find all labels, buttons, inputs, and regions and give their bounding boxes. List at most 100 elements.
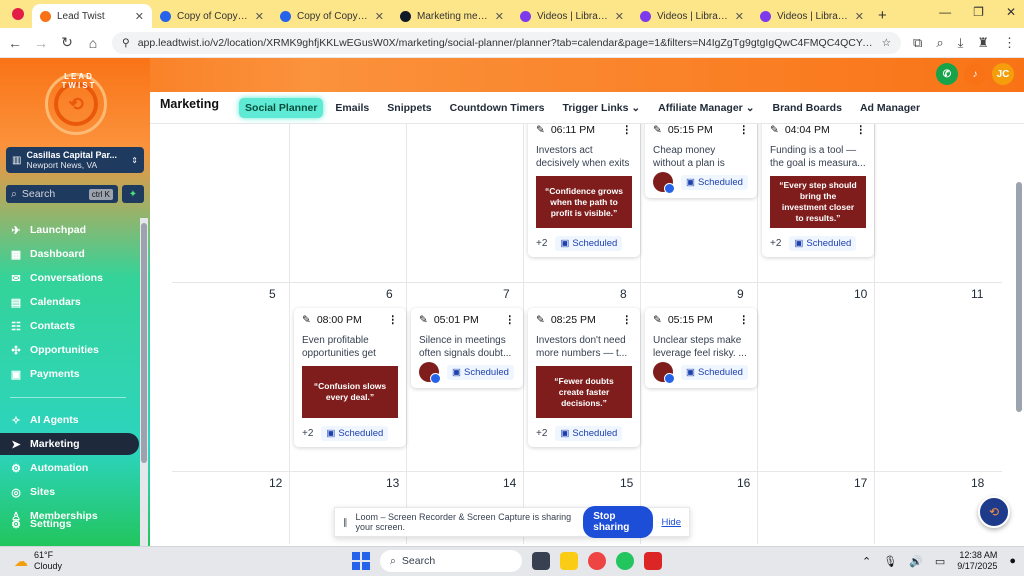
new-tab-icon[interactable]: +	[878, 7, 887, 24]
microphone-icon[interactable]: 🎙	[883, 555, 897, 568]
help-widget-button[interactable]: ⟲	[978, 496, 1010, 528]
calendar-day-number[interactable]: 18	[971, 476, 984, 490]
tab-affiliate-manager[interactable]: Affiliate Manager ⌄	[652, 98, 760, 118]
sidebar-scroll-thumb[interactable]	[141, 223, 147, 463]
bookmark-star-icon[interactable]: ☆	[882, 37, 891, 49]
reload-icon[interactable]: ↻	[60, 34, 74, 51]
calendar-day-number[interactable]: 16	[737, 476, 750, 490]
volume-icon[interactable]: 🔊	[909, 555, 923, 568]
post-card[interactable]: ✎ 05:15 PM ⋮ Cheap money without a plan is …	[645, 124, 757, 198]
sidebar-item-launchpad[interactable]: ✈ Launchpad	[0, 219, 139, 241]
taskbar-search[interactable]: ⌕ Search	[380, 550, 522, 572]
sidebar-item-contacts[interactable]: ☷ Contacts	[0, 315, 139, 337]
chrome-icon[interactable]	[588, 552, 606, 570]
browser-tab[interactable]: Copy of Copy of Co ✕	[272, 4, 392, 28]
account-switcher[interactable]: ▥ Casillas Capital Par... Newport News, …	[6, 147, 144, 173]
calendar-day-number[interactable]: 17	[854, 476, 867, 490]
start-menu-icon[interactable]	[352, 552, 370, 570]
stop-sharing-button[interactable]: Stop sharing	[583, 506, 654, 538]
phone-icon[interactable]: ✆	[936, 63, 958, 85]
post-card[interactable]: ✎ 08:25 PM ⋮ Investors don't need more numb…	[528, 308, 640, 447]
download-icon[interactable]: ⤓	[958, 35, 964, 51]
sidebar-item-opportunities[interactable]: ✣ Opportunities	[0, 339, 139, 361]
forward-icon[interactable]: →	[34, 35, 48, 51]
sidebar-item-automation[interactable]: ⚙ Automation	[0, 457, 139, 479]
maximize-icon[interactable]: ❐	[973, 5, 984, 19]
tab-search-icon[interactable]: ⌕	[936, 35, 943, 51]
more-options-icon[interactable]: ⋮	[739, 124, 750, 136]
sidebar-item-sites[interactable]: ◎ Sites	[0, 481, 139, 503]
browser-menu-icon[interactable]: ⋮	[1003, 35, 1016, 51]
calendar-day-number[interactable]: 11	[971, 287, 983, 301]
sidebar-item-calendars[interactable]: ▤ Calendars	[0, 291, 139, 313]
system-clock[interactable]: 12:38 AM 9/17/2025	[957, 550, 997, 572]
tab-close-icon[interactable]: ✕	[735, 10, 744, 23]
notification-icon[interactable]: ●	[1009, 555, 1016, 567]
tab-close-icon[interactable]: ✕	[855, 10, 864, 23]
pdf-reader-icon[interactable]	[644, 552, 662, 570]
tab-close-icon[interactable]: ✕	[495, 10, 504, 23]
tab-ad-manager[interactable]: Ad Manager	[854, 98, 926, 118]
calendar-day-number[interactable]: 9	[737, 287, 744, 301]
sidebar-item-marketing[interactable]: ➤ Marketing	[0, 433, 139, 455]
browser-tab[interactable]: Videos | Library | ✕	[512, 4, 632, 28]
back-icon[interactable]: ←	[8, 35, 22, 51]
sidebar-item-conversations[interactable]: ✉ Conversations	[0, 267, 139, 289]
calendar-day-number[interactable]: 12	[269, 476, 282, 490]
post-card[interactable]: ✎ 08:00 PM ⋮ Even profitable opportunities …	[294, 308, 406, 447]
tab-emails[interactable]: Emails	[329, 98, 375, 118]
calendar-day-number[interactable]: 6	[386, 287, 393, 301]
browser-tab[interactable]: Lead Twist ✕	[32, 4, 152, 28]
browser-tab[interactable]: Marketing message ✕	[392, 4, 512, 28]
tab-close-icon[interactable]: ✕	[615, 10, 624, 23]
close-window-icon[interactable]: ✕	[1006, 5, 1016, 19]
site-info-icon[interactable]: ⚲	[122, 37, 130, 49]
sidebar-item-settings[interactable]: ⚙ Settings	[0, 513, 139, 535]
browser-tab[interactable]: Copy of Copy of Co ✕	[152, 4, 272, 28]
post-card[interactable]: ✎ 04:04 PM ⋮ Funding is a tool — the goal i…	[762, 124, 874, 257]
sidebar-search[interactable]: ⌕ Search ctrl K	[6, 185, 118, 203]
calendar-day-number[interactable]: 10	[854, 287, 867, 301]
profile-extension-icon[interactable]: ♜	[977, 35, 989, 51]
weather-widget[interactable]: ☁ 61°F Cloudy	[14, 550, 62, 572]
more-options-icon[interactable]: ⋮	[505, 314, 516, 326]
chrome-profile-icon[interactable]	[616, 552, 634, 570]
browser-tab[interactable]: Videos | Library | Lo ✕	[632, 4, 752, 28]
tray-chevron-icon[interactable]: ⌃	[862, 555, 871, 568]
user-avatar[interactable]: JC	[992, 63, 1014, 85]
battery-icon[interactable]: ▭	[935, 555, 945, 568]
hide-link[interactable]: Hide	[661, 517, 681, 528]
tab-close-icon[interactable]: ✕	[255, 10, 264, 23]
tab-close-icon[interactable]: ✕	[135, 10, 144, 23]
tab-countdown-timers[interactable]: Countdown Timers	[444, 98, 551, 118]
browser-profile-icon[interactable]	[12, 8, 24, 20]
calendar-day-number[interactable]: 8	[620, 287, 627, 301]
post-card[interactable]: ✎ 05:01 PM ⋮ Silence in meetings often sign…	[411, 308, 523, 388]
more-options-icon[interactable]: ⋮	[388, 314, 399, 326]
post-card[interactable]: ✎ 05:15 PM ⋮ Unclear steps make leverage fe…	[645, 308, 757, 388]
post-card[interactable]: ✎ 06:11 PM ⋮ Investors act decisively when …	[528, 124, 640, 257]
quick-action-bolt-icon[interactable]: ✦	[122, 185, 144, 203]
home-icon[interactable]: ⌂	[86, 35, 100, 51]
sidebar-item-dashboard[interactable]: ▦ Dashboard	[0, 243, 139, 265]
calendar-day-number[interactable]: 15	[620, 476, 633, 490]
url-field[interactable]: ⚲ app.leadtwist.io/v2/location/XRMK9ghfj…	[112, 31, 902, 54]
task-view-icon[interactable]	[532, 552, 550, 570]
tab-brand-boards[interactable]: Brand Boards	[767, 98, 848, 118]
more-options-icon[interactable]: ⋮	[856, 124, 867, 136]
tab-trigger-links[interactable]: Trigger Links ⌄	[557, 98, 647, 118]
more-options-icon[interactable]: ⋮	[622, 314, 633, 326]
sidebar-item-ai-agents[interactable]: ✧ AI Agents	[0, 409, 139, 431]
more-options-icon[interactable]: ⋮	[622, 124, 633, 136]
browser-tab[interactable]: Videos | Library | Lo ✕	[752, 4, 872, 28]
tab-social-planner[interactable]: Social Planner	[239, 97, 324, 118]
bell-icon[interactable]: ♪	[964, 63, 986, 85]
tab-snippets[interactable]: Snippets	[381, 98, 437, 118]
calendar-day-number[interactable]: 5	[269, 287, 276, 301]
file-explorer-icon[interactable]	[560, 552, 578, 570]
drag-handle-icon[interactable]: ∥	[343, 517, 348, 528]
page-scrollbar[interactable]	[1016, 182, 1022, 412]
minimize-icon[interactable]: —	[939, 5, 951, 19]
tab-close-icon[interactable]: ✕	[375, 10, 384, 23]
calendar-day-number[interactable]: 7	[503, 287, 510, 301]
